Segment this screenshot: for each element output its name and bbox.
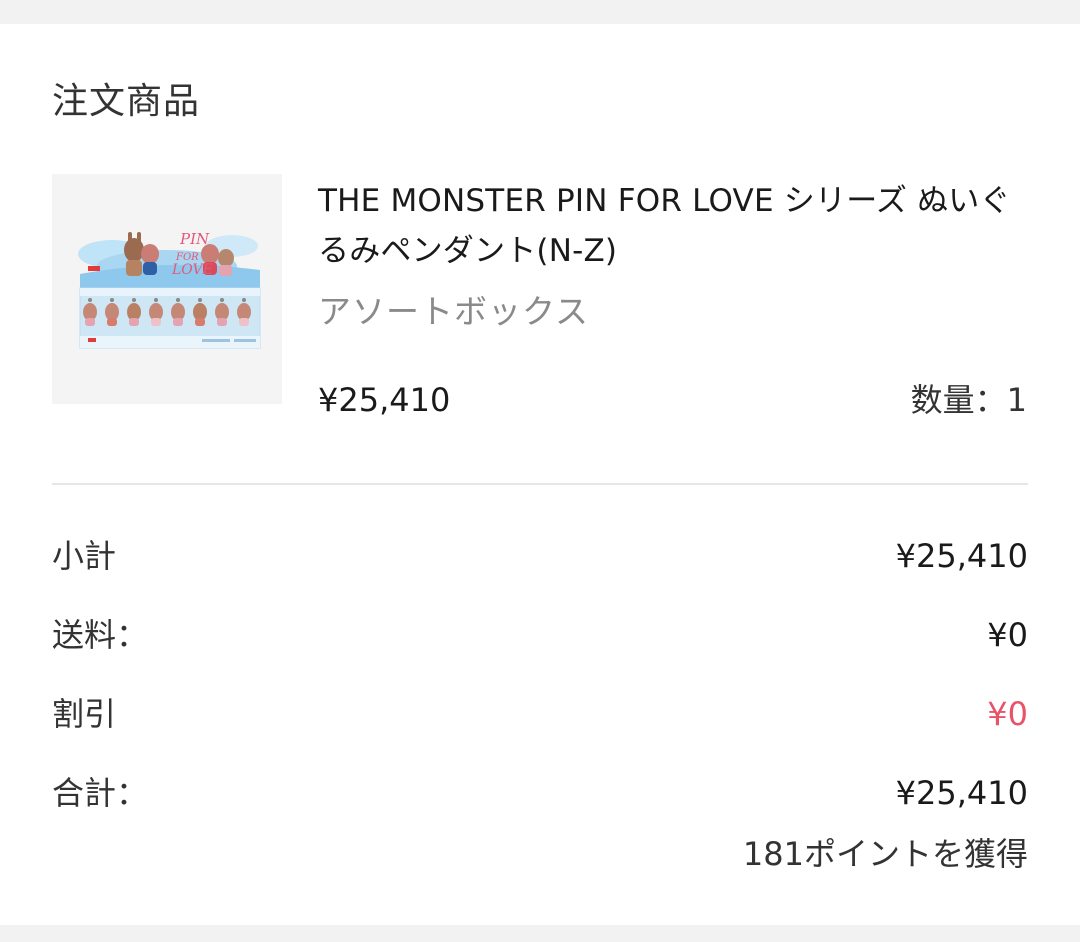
discount-label: 割引 [52, 695, 117, 733]
brand-tag [88, 266, 100, 271]
product-image[interactable]: PIN FOR LOVE [52, 174, 282, 404]
box-base [80, 336, 260, 348]
figure-right [218, 249, 234, 276]
subtotal-label: 小計 [52, 537, 117, 575]
box-logo-text: LOVE [171, 262, 213, 278]
subtotal-row: 小計 ¥25,410 [52, 534, 1028, 578]
subtotal-value: ¥25,410 [895, 537, 1028, 575]
product-quantity: 数量：1 [910, 381, 1027, 419]
divider [52, 483, 1028, 485]
box-logo-text: PIN [179, 230, 210, 248]
shipping-label: 送料： [52, 616, 149, 654]
shipping-row: 送料： ¥0 [52, 613, 1028, 657]
figure-pink-left [141, 244, 159, 275]
product-box-illustration: PIN FOR LOVE [78, 230, 261, 349]
shipping-value: ¥0 [987, 616, 1028, 654]
total-label: 合計： [52, 774, 149, 812]
brand-tag [88, 338, 96, 342]
box-label-strip [234, 339, 256, 342]
box-rim [80, 288, 260, 296]
section-title: 注文商品 [52, 81, 201, 122]
product-price: ¥25,410 [318, 381, 451, 419]
product-name[interactable]: THE MONSTER PIN FOR LOVE シリーズ ぬいぐるみペンダント… [318, 176, 1033, 276]
points-earned: 181ポイントを獲得 [742, 835, 1028, 873]
box-label-strip [202, 339, 230, 342]
product-variant: アソートボックス [318, 292, 590, 331]
discount-row: 割引 ¥0 [52, 692, 1028, 736]
discount-value: ¥0 [987, 695, 1028, 733]
order-items-card: 注文商品 PIN FOR LOVE THE MONSTER PIN FOR LO… [0, 24, 1080, 925]
total-value: ¥25,410 [895, 774, 1028, 812]
total-row: 合計： ¥25,410 [52, 771, 1028, 815]
